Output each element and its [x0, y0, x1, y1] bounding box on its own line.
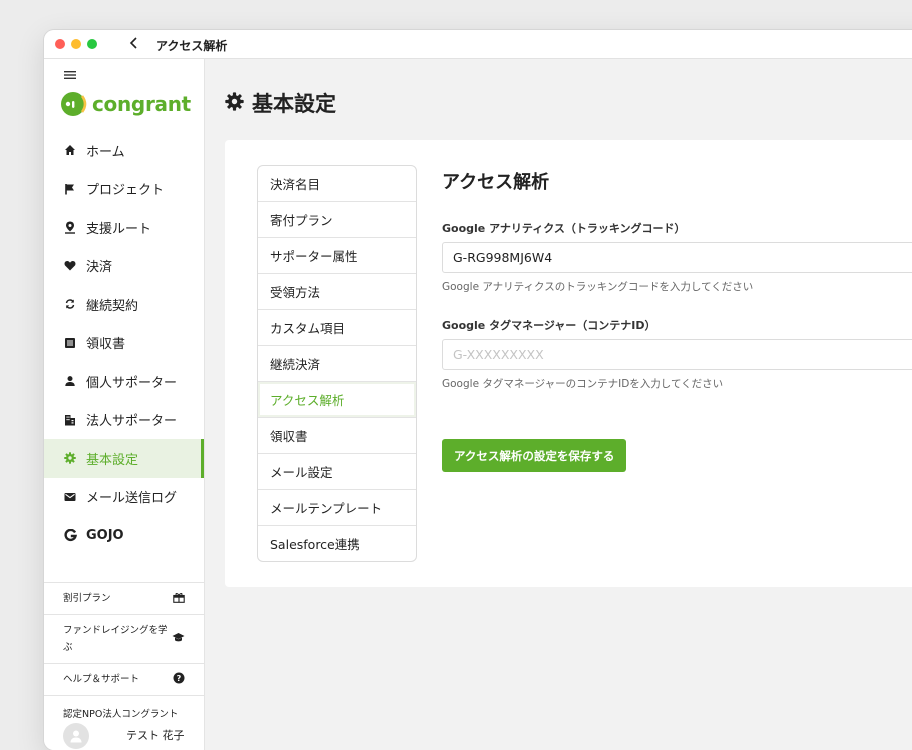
- gift-icon: [173, 592, 185, 606]
- avatar: [63, 723, 89, 749]
- brand-name: congrant: [92, 92, 191, 116]
- page-header: 基本設定: [225, 88, 336, 118]
- ga-tracking-code-input[interactable]: [442, 242, 912, 273]
- section-title: アクセス解析: [442, 172, 550, 193]
- settings-menu-item[interactable]: 領収書: [258, 418, 416, 454]
- sub-item-label: ファンドレイジングを学ぶ: [63, 625, 168, 653]
- sub-item-label: ヘルプ＆サポート: [63, 674, 140, 685]
- gear-icon: [63, 451, 77, 465]
- sidebar-item-label: 継続契約: [86, 298, 139, 314]
- sidebar-footer: 割引プラン ファンドレイジングを学ぶ ヘルプ＆サポート ? 認定NPO法人コング…: [44, 582, 204, 749]
- sidebar-item-receipts[interactable]: 領収書: [44, 324, 204, 363]
- sidebar-item-support-route[interactable]: 支援ルート: [44, 208, 204, 247]
- org-name: 認定NPO法人コングラント: [63, 709, 179, 720]
- refresh-icon: [63, 297, 77, 311]
- sidebar-item-label: メール送信ログ: [86, 491, 178, 507]
- sidebar-item-help-support[interactable]: ヘルプ＆サポート ?: [44, 663, 204, 695]
- sidebar: congrant ホーム プロジェクト 支援ルート 決済 継続契約 領収書 個人…: [44, 59, 205, 750]
- mail-icon: [63, 490, 77, 504]
- sidebar-item-label: プロジェクト: [86, 183, 165, 199]
- maximize-window-button[interactable]: [87, 39, 97, 49]
- gear-icon: [225, 91, 244, 115]
- settings-menu-item[interactable]: カスタム項目: [258, 310, 416, 346]
- sidebar-item-mail-log[interactable]: メール送信ログ: [44, 478, 204, 517]
- sidebar-item-subscriptions[interactable]: 継続契約: [44, 285, 204, 324]
- sidebar-nav: ホーム プロジェクト 支援ルート 決済 継続契約 領収書 個人サポーター 法人サ…: [44, 131, 204, 555]
- settings-menu-item[interactable]: 寄付プラン: [258, 202, 416, 238]
- title-bar: アクセス解析: [44, 30, 912, 59]
- user-name: テスト 花子: [126, 729, 185, 742]
- sidebar-item-corporate-supporters[interactable]: 法人サポーター: [44, 401, 204, 440]
- map-pin-icon: [63, 220, 77, 234]
- settings-menu-item-active[interactable]: アクセス解析: [258, 382, 416, 418]
- sidebar-item-label: 法人サポーター: [86, 414, 178, 430]
- sub-item-label: 割引プラン: [63, 593, 111, 604]
- sidebar-item-projects[interactable]: プロジェクト: [44, 170, 204, 209]
- page-title: 基本設定: [252, 92, 336, 116]
- ga-field-group: Google アナリティクス（トラッキングコード） Google アナリティクス…: [442, 220, 912, 294]
- settings-menu-item[interactable]: 決済名目: [258, 166, 416, 202]
- gtm-field-hint: Google タグマネージャーのコンテナIDを入力してください: [442, 378, 724, 390]
- sidebar-item-gojo[interactable]: GOJO: [44, 516, 204, 555]
- flag-icon: [63, 182, 77, 196]
- sidebar-item-discount-plan[interactable]: 割引プラン: [44, 582, 204, 614]
- settings-menu: 決済名目 寄付プラン サポーター属性 受領方法 カスタム項目 継続決済 アクセス…: [257, 165, 417, 562]
- congrant-mark-icon: [61, 92, 87, 116]
- settings-menu-item[interactable]: Salesforce連携: [258, 526, 416, 561]
- sidebar-item-payments[interactable]: 決済: [44, 247, 204, 286]
- sidebar-item-individual-supporters[interactable]: 個人サポーター: [44, 362, 204, 401]
- gtm-field-group: Google タグマネージャー（コンテナID） Google タグマネージャーの…: [442, 317, 912, 391]
- sidebar-item-label: 基本設定: [86, 452, 139, 468]
- sidebar-item-basic-settings[interactable]: 基本設定: [44, 439, 204, 478]
- receipt-icon: [63, 336, 77, 350]
- heart-icon: [63, 259, 77, 273]
- svg-text:?: ?: [177, 674, 182, 683]
- sidebar-item-home[interactable]: ホーム: [44, 131, 204, 170]
- settings-menu-item[interactable]: メール設定: [258, 454, 416, 490]
- sidebar-item-label: 領収書: [86, 337, 126, 353]
- sidebar-item-label: GOJO: [86, 527, 124, 543]
- home-icon: [63, 143, 77, 157]
- access-analytics-form: アクセス解析 Google アナリティクス（トラッキングコード） Google …: [442, 168, 912, 391]
- settings-card: 決済名目 寄付プラン サポーター属性 受領方法 カスタム項目 継続決済 アクセス…: [225, 140, 912, 587]
- sidebar-item-label: ホーム: [86, 144, 125, 160]
- account-block[interactable]: 認定NPO法人コングラント テスト 花子: [44, 695, 204, 749]
- close-window-button[interactable]: [55, 39, 65, 49]
- app-window: アクセス解析 congrant ホーム プロジェクト 支援ルート 決済 継続契約…: [44, 30, 912, 750]
- back-chevron-icon[interactable]: [126, 35, 142, 53]
- save-button[interactable]: アクセス解析の設定を保存する: [442, 439, 627, 472]
- brand-logo[interactable]: congrant: [60, 89, 191, 119]
- sidebar-item-learn-fundraising[interactable]: ファンドレイジングを学ぶ: [44, 614, 204, 663]
- building-icon: [63, 413, 77, 427]
- window-title: アクセス解析: [156, 39, 228, 53]
- settings-menu-item[interactable]: 受領方法: [258, 274, 416, 310]
- ga-field-hint: Google アナリティクスのトラッキングコードを入力してください: [442, 281, 754, 293]
- sidebar-item-label: 個人サポーター: [86, 375, 178, 391]
- graduation-cap-icon: [172, 632, 185, 646]
- gojo-logo-icon: [63, 528, 77, 542]
- gtm-field-label: Google タグマネージャー（コンテナID）: [442, 319, 656, 332]
- settings-menu-item[interactable]: メールテンプレート: [258, 490, 416, 526]
- sidebar-item-label: 支援ルート: [86, 221, 152, 237]
- gtm-container-id-input[interactable]: [442, 339, 912, 370]
- hamburger-menu-icon[interactable]: [64, 65, 78, 79]
- settings-menu-item[interactable]: 継続決済: [258, 346, 416, 382]
- person-icon: [63, 374, 77, 388]
- sidebar-item-label: 決済: [86, 260, 113, 276]
- minimize-window-button[interactable]: [71, 39, 81, 49]
- help-icon: ?: [173, 672, 185, 687]
- settings-menu-item[interactable]: サポーター属性: [258, 238, 416, 274]
- ga-field-label: Google アナリティクス（トラッキングコード）: [442, 222, 686, 235]
